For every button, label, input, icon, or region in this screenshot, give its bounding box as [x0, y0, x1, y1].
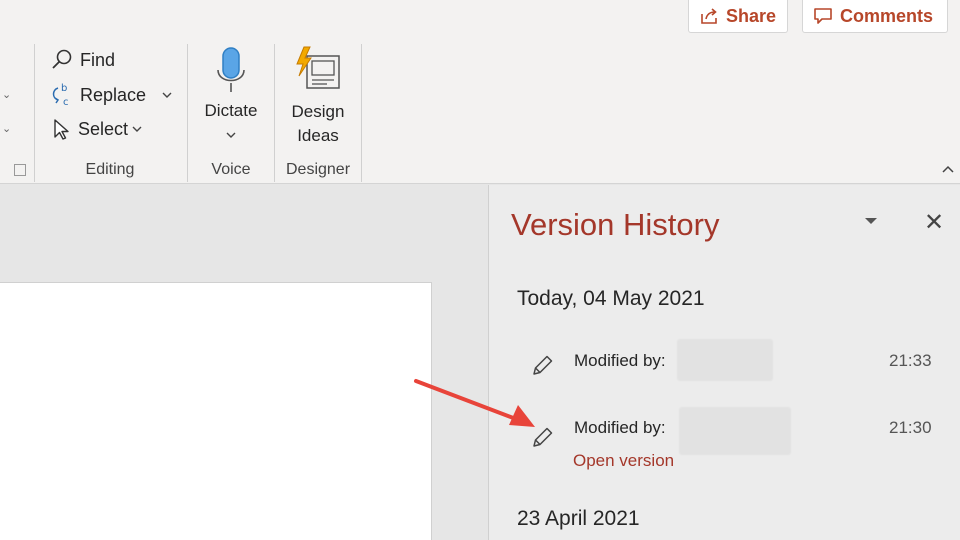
voice-group-label: Voice — [211, 161, 251, 178]
chevron-down-icon[interactable] — [224, 130, 238, 140]
svg-text:b: b — [61, 83, 67, 94]
chevron-down-icon[interactable]: ⌄ — [2, 88, 11, 101]
chevron-down-icon[interactable]: ⌄ — [2, 122, 11, 135]
pane-options-icon[interactable] — [863, 216, 879, 226]
share-label: Share — [726, 5, 777, 26]
group-separator — [187, 44, 188, 182]
cursor-icon — [54, 119, 69, 140]
edit-pencil-icon — [533, 427, 553, 447]
design-ideas-icon — [296, 46, 340, 89]
select-label: Select — [78, 119, 129, 139]
modified-by-label: Modified by: — [574, 351, 666, 370]
group-separator — [34, 44, 35, 182]
share-icon — [701, 8, 717, 24]
find-button[interactable]: Find — [50, 48, 115, 72]
version-time: 21:33 — [889, 351, 932, 370]
version-time: 21:30 — [889, 418, 932, 437]
search-icon — [52, 49, 72, 69]
replace-button[interactable]: b c Replace — [50, 82, 174, 108]
dialog-launcher-icon[interactable] — [14, 164, 26, 176]
design-ideas-label-line2: Ideas — [297, 126, 339, 145]
open-version-link[interactable]: Open version — [573, 451, 674, 471]
edit-pencil-icon — [533, 355, 553, 375]
designer-group-label: Designer — [285, 161, 351, 178]
chevron-down-icon[interactable] — [160, 90, 174, 100]
chevron-down-icon[interactable] — [131, 124, 143, 134]
microphone-icon — [217, 47, 245, 92]
version-date-heading: 23 April 2021 — [517, 507, 640, 530]
group-separator — [274, 44, 275, 182]
dictate-label: Dictate — [204, 101, 258, 120]
comment-icon — [814, 8, 832, 24]
find-label: Find — [80, 50, 116, 70]
ribbon: Share Comments ⌄ ⌄ Find b c Replace Sele… — [0, 0, 960, 184]
share-button[interactable]: Share — [688, 0, 788, 33]
collapse-ribbon-icon[interactable] — [940, 163, 956, 175]
replace-icon: b c — [52, 83, 69, 108]
redacted-author — [679, 407, 791, 455]
document-page[interactable] — [0, 282, 432, 540]
comments-button[interactable]: Comments — [802, 0, 948, 33]
svg-text:c: c — [63, 97, 69, 108]
dictate-button[interactable]: Dictate — [196, 46, 266, 146]
design-ideas-button[interactable]: Design Ideas — [280, 46, 356, 150]
version-date-heading: Today, 04 May 2021 — [517, 287, 705, 310]
group-separator — [361, 44, 362, 182]
comments-label: Comments — [840, 5, 934, 26]
replace-label: Replace — [80, 85, 147, 105]
select-button[interactable]: Select — [50, 117, 143, 141]
version-history-pane: Version History ✕ Today, 04 May 2021 Mod… — [488, 185, 960, 540]
design-ideas-label-line1: Design — [291, 102, 345, 121]
modified-by-label: Modified by: — [574, 418, 666, 437]
pane-title: Version History — [511, 207, 720, 242]
close-icon[interactable]: ✕ — [924, 211, 944, 235]
editing-group-label: Editing — [85, 161, 135, 178]
redacted-author — [677, 339, 773, 381]
